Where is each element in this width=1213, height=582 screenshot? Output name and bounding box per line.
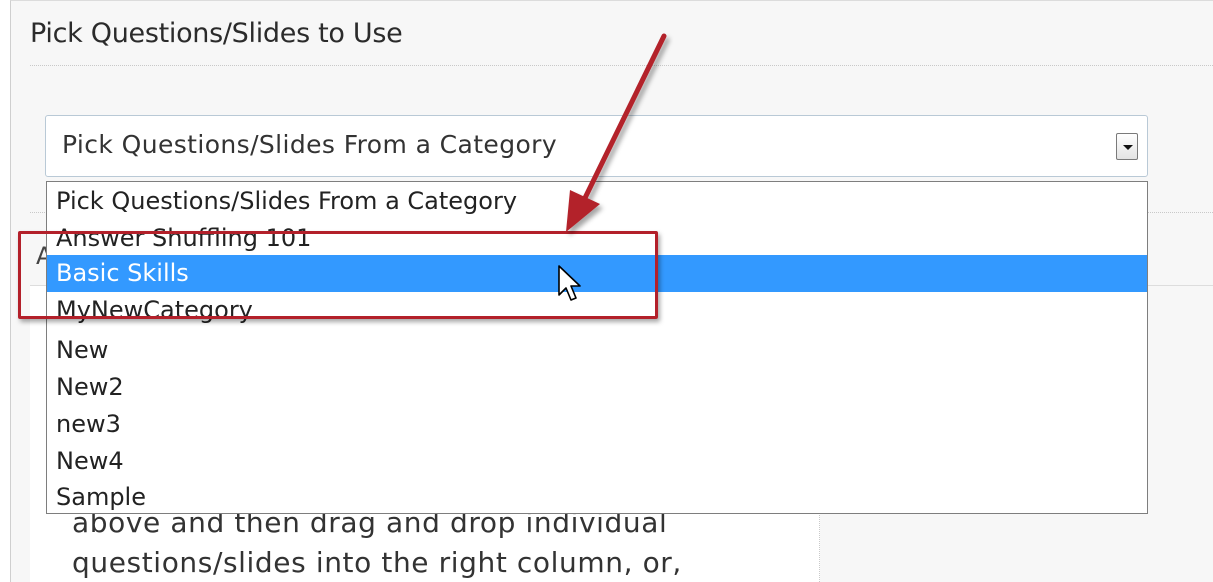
instruction-line-2: questions/slides into the right column, … bbox=[72, 546, 682, 579]
mouse-pointer-icon bbox=[558, 265, 581, 301]
dropdown-option[interactable]: Pick Questions/Slides From a Category bbox=[47, 183, 1147, 220]
dropdown-option[interactable]: Sample bbox=[47, 479, 1147, 516]
dropdown-option[interactable]: New4 bbox=[47, 443, 1147, 480]
category-select[interactable]: Pick Questions/Slides From a Category bbox=[45, 115, 1148, 177]
section-title: Pick Questions/Slides to Use bbox=[30, 18, 403, 49]
dropdown-option[interactable]: New2 bbox=[47, 369, 1147, 406]
dropdown-option[interactable]: new3 bbox=[47, 406, 1147, 443]
chevron-down-icon[interactable] bbox=[1116, 133, 1138, 160]
dropdown-option[interactable]: New bbox=[47, 332, 1147, 369]
title-divider bbox=[30, 65, 1213, 66]
category-select-value: Pick Questions/Slides From a Category bbox=[62, 130, 558, 159]
